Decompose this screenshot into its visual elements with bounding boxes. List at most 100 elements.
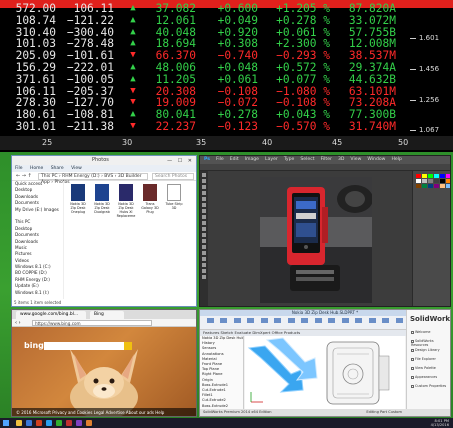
ribbon-tab-view[interactable]: View [71, 166, 82, 171]
taskbar-app-icon[interactable] [66, 420, 72, 426]
search-icon[interactable] [124, 342, 132, 350]
ribbon-command-button[interactable] [379, 318, 393, 328]
ribbon-command-button[interactable] [230, 318, 244, 328]
color-swatch[interactable] [440, 179, 445, 183]
tool-icon[interactable] [202, 269, 206, 273]
bing-search-input[interactable] [44, 342, 124, 350]
tool-icon[interactable] [202, 239, 206, 243]
color-swatch[interactable] [416, 184, 421, 188]
tool-icon[interactable] [202, 233, 206, 237]
ribbon-command-button[interactable] [257, 318, 271, 328]
ribbon-tab-file[interactable]: File [15, 166, 23, 171]
ribbon-command-button[interactable] [311, 318, 325, 328]
task-pane-option[interactable]: SolidWorks Resources [411, 339, 450, 347]
ribbon-command-button[interactable] [338, 318, 352, 328]
taskbar-app-icon[interactable] [16, 420, 22, 426]
back-forward-arrows-icon[interactable]: ← → ↑ [16, 172, 32, 181]
menu-item[interactable]: View [350, 157, 361, 162]
color-swatch[interactable] [416, 179, 421, 183]
taskbar-app-icon[interactable] [46, 420, 52, 426]
taskbar-clock[interactable]: 8:01 PM 4/13/2016 [431, 419, 449, 427]
nav-pane-item[interactable]: Windows 8.1 (I:) [15, 290, 63, 296]
photoshop-toolbar[interactable] [200, 171, 208, 306]
color-swatch[interactable] [440, 174, 445, 178]
solidworks-graphics-area[interactable] [245, 336, 405, 410]
menu-item[interactable]: File [216, 157, 224, 162]
tool-icon[interactable] [202, 179, 206, 183]
menu-item[interactable]: 3D [338, 157, 344, 162]
menu-item[interactable]: Filter [321, 157, 332, 162]
color-swatch[interactable] [428, 184, 433, 188]
ribbon-tab-home[interactable]: Home [30, 166, 43, 171]
ribbon-command-button[interactable] [284, 318, 298, 328]
tool-icon[interactable] [202, 227, 206, 231]
tool-icon[interactable] [202, 275, 206, 279]
tool-icon[interactable] [202, 215, 206, 219]
url-input[interactable]: https://www.bing.com [32, 320, 152, 326]
task-pane-option[interactable]: View Palette [411, 366, 436, 370]
color-swatch[interactable] [428, 174, 433, 178]
tool-icon[interactable] [202, 245, 206, 249]
ribbon-command-button[interactable] [244, 318, 258, 328]
taskbar-app-icon[interactable] [56, 420, 62, 426]
color-swatch[interactable] [440, 184, 445, 188]
taskbar-app-icon[interactable] [36, 420, 42, 426]
tool-icon[interactable] [202, 197, 206, 201]
tool-icon[interactable] [202, 203, 206, 207]
nav-pane-item[interactable]: My Drive (E:) Images [15, 207, 63, 213]
photoshop-panels[interactable] [412, 171, 450, 306]
tool-icon[interactable] [202, 173, 206, 177]
menu-item[interactable]: Help [391, 157, 401, 162]
color-swatch[interactable] [446, 174, 450, 178]
task-pane-option[interactable]: Appearances [411, 375, 437, 379]
color-swatch[interactable] [422, 184, 427, 188]
ribbon-tab-share[interactable]: Share [51, 166, 64, 171]
taskbar-app-icon[interactable] [86, 420, 92, 426]
tool-icon[interactable] [202, 221, 206, 225]
menu-item[interactable]: Type [284, 157, 295, 162]
tool-icon[interactable] [202, 185, 206, 189]
tool-icon[interactable] [202, 209, 206, 213]
ribbon-command-button[interactable] [217, 318, 231, 328]
color-swatch[interactable] [416, 174, 421, 178]
ribbon-command-button[interactable] [298, 318, 312, 328]
color-swatch[interactable] [434, 184, 439, 188]
address-bar[interactable]: This PC › RHM Energy (D:) › BVS › 3D Bui… [38, 173, 148, 185]
ribbon-command-button[interactable] [392, 318, 406, 328]
solidworks-window[interactable]: Nokia 3D Zip Desk Hub.SLDPRT * Features … [199, 309, 451, 417]
file-item[interactable]: Nokia 3D Zip Desk Hubs Xl Replaceme [116, 184, 136, 218]
tool-icon[interactable] [202, 251, 206, 255]
menu-item[interactable]: Select [300, 157, 314, 162]
browser-tab[interactable]: www.google.com/bing.bl... [16, 311, 86, 319]
color-swatch[interactable] [422, 174, 427, 178]
color-swatch[interactable] [446, 179, 450, 183]
file-item[interactable]: Tube Strip 3D [164, 184, 184, 210]
explorer-titlebar[interactable]: Photos — ☐ ✕ [12, 156, 196, 165]
tool-icon[interactable] [202, 263, 206, 267]
browser-window[interactable]: www.google.com/bing.bl... Bing ‹ › https… [11, 309, 197, 417]
ribbon-command-button[interactable] [352, 318, 366, 328]
photoshop-window[interactable]: Ps File Edit Image Layer Type Select Filter 3D Vi… [199, 155, 451, 307]
ribbon-command-button[interactable] [203, 318, 217, 328]
task-pane-option[interactable]: Welcome [411, 330, 431, 334]
taskbar-app-icon[interactable] [76, 420, 82, 426]
tool-icon[interactable] [202, 257, 206, 261]
color-swatch[interactable] [434, 179, 439, 183]
menu-item[interactable]: Layer [265, 157, 278, 162]
back-arrow-icon[interactable]: ‹ › [15, 319, 21, 327]
browser-tab-active[interactable]: Bing [90, 311, 124, 319]
explorer-window-controls[interactable]: — ☐ ✕ [167, 157, 194, 166]
photoshop-options-bar[interactable] [200, 164, 450, 171]
menu-item[interactable]: Edit [230, 157, 239, 162]
file-item[interactable]: Trans Galaxy 3D Plug [140, 184, 160, 214]
start-button-windows-icon[interactable] [3, 420, 10, 426]
ribbon-command-button[interactable] [365, 318, 379, 328]
color-swatch[interactable] [428, 179, 433, 183]
color-swatch[interactable] [422, 179, 427, 183]
search-input[interactable]: Search Photos [152, 173, 194, 180]
ribbon-command-button[interactable] [325, 318, 339, 328]
photoshop-canvas[interactable] [260, 177, 372, 303]
task-pane-option[interactable]: Custom Properties [411, 384, 446, 388]
taskbar-app-icon[interactable] [26, 420, 32, 426]
file-item[interactable]: Nokia 3D Zip Desk Dualgrab [92, 184, 112, 214]
